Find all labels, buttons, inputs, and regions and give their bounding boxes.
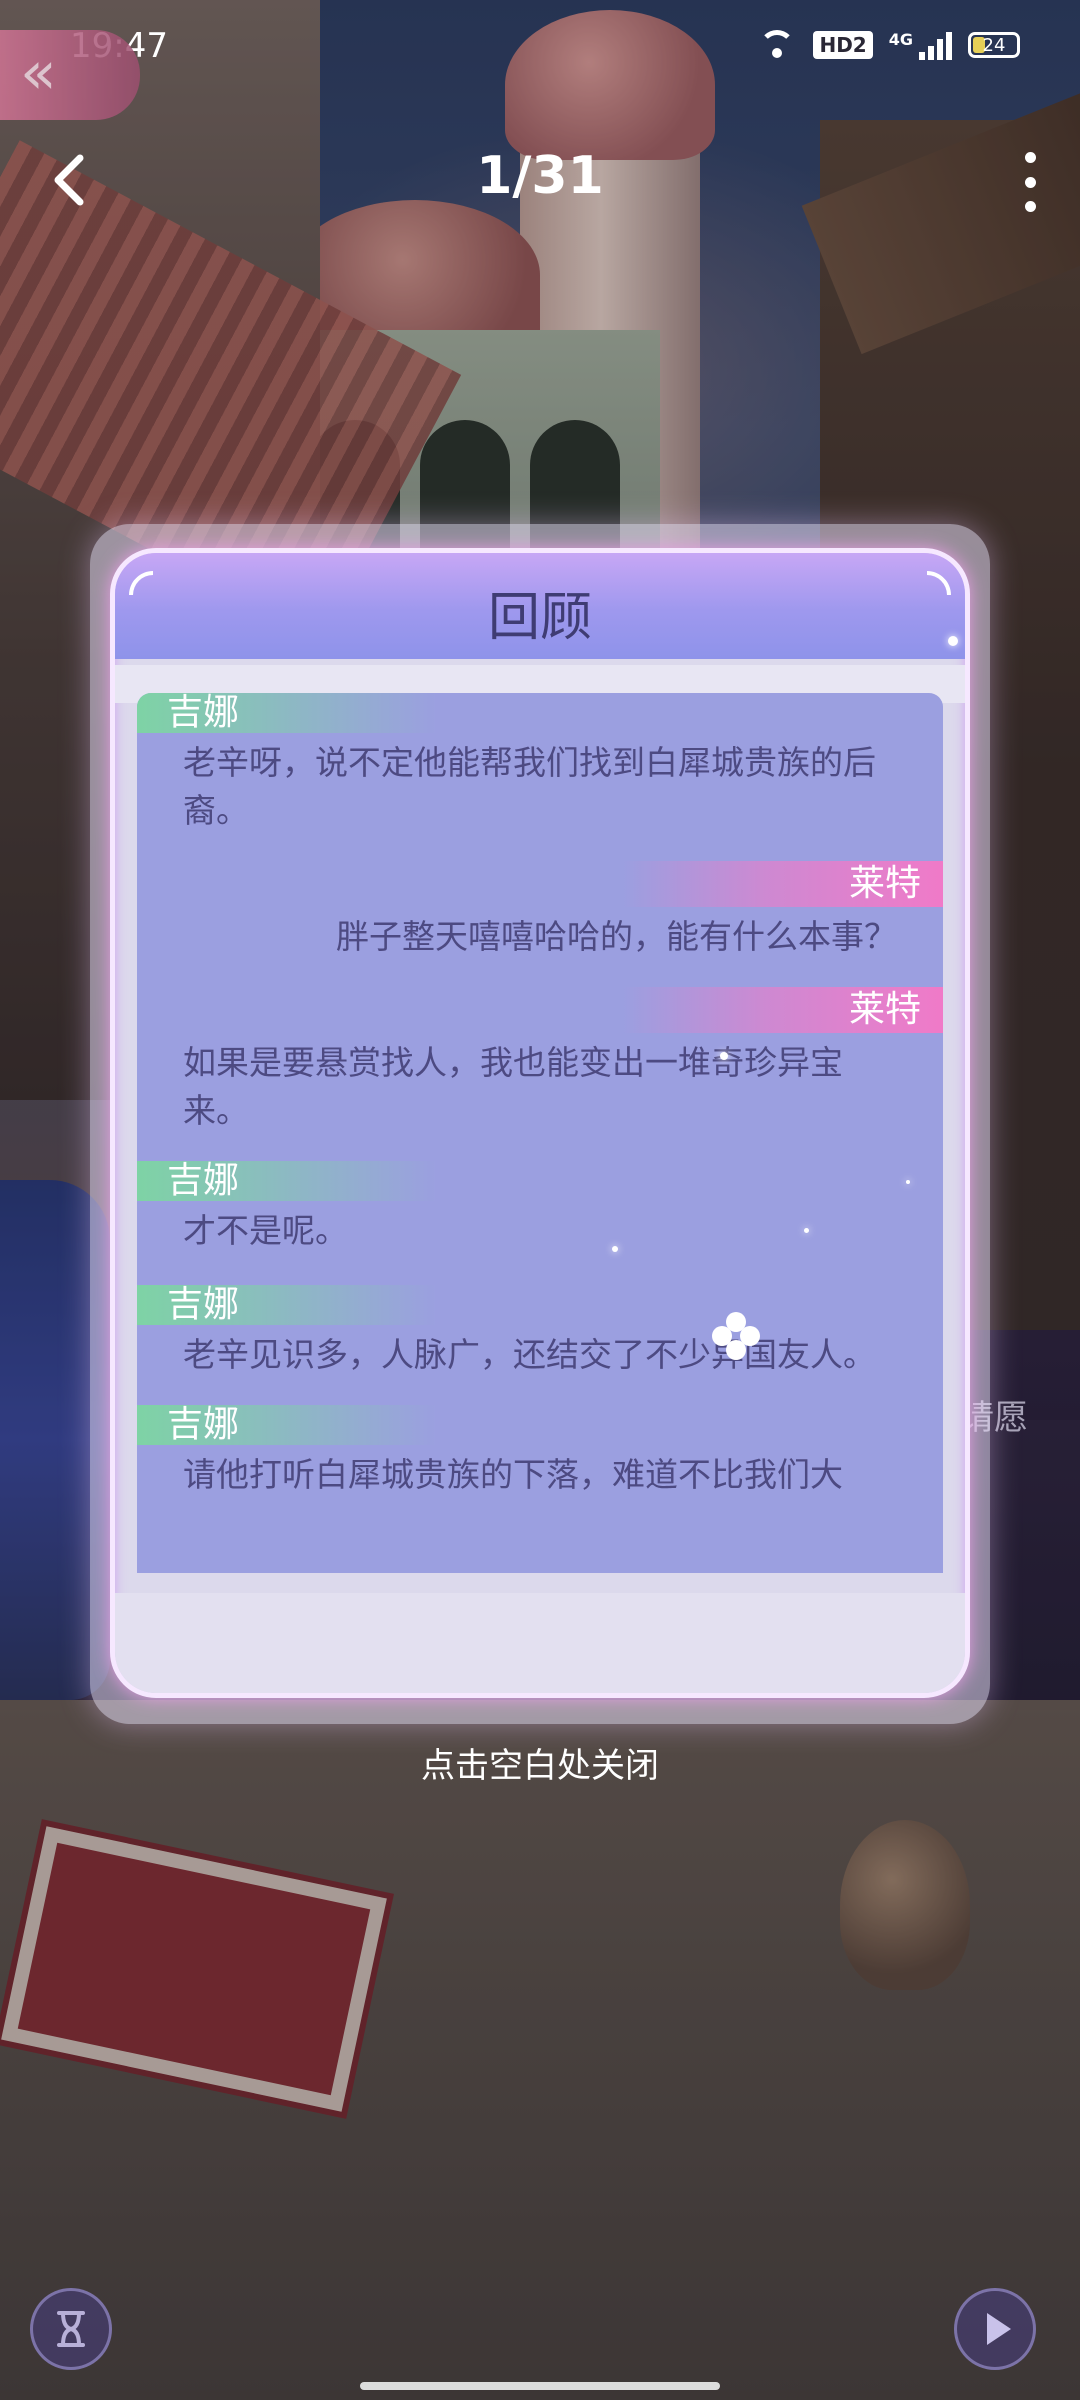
signal-icon [919, 30, 952, 60]
sparkle-icon [720, 1052, 728, 1060]
dialogue-text: 胖子整天嘻嘻哈哈的，能有什么本事？ [336, 917, 897, 956]
list-item: 吉娜 老辛见识多，人脉广，还结交了不少异国友人。 [137, 1285, 943, 1379]
dialogue-text: 老辛见识多，人脉广，还结交了不少异国友人。 [183, 1335, 876, 1374]
flower-sparkle-icon [712, 1312, 760, 1360]
dialogue-text: 请他打听白犀城贵族的下落，难道不比我们大 [183, 1455, 843, 1494]
battery-icon: 24 [968, 32, 1020, 58]
sparkle-icon [948, 636, 958, 646]
speaker-name: 莱特 [623, 861, 943, 907]
list-item: 吉娜 老辛呀，说不定他能帮我们找到白犀城贵族的后裔。 [137, 693, 943, 835]
home-indicator[interactable] [360, 2382, 720, 2390]
dialogue-text: 才不是呢。 [183, 1211, 348, 1250]
play-icon [987, 2313, 1011, 2345]
dialogue-text: 如果是要悬赏找人，我也能变出一堆奇珍异宝来。 [183, 1043, 843, 1130]
dialogue-history-list[interactable]: 吉娜 老辛呀，说不定他能帮我们找到白犀城贵族的后裔。 莱特 胖子整天嘻嘻哈哈的，… [137, 693, 943, 1573]
review-dialog: 回顾 吉娜 老辛呀，说不定他能帮我们找到白犀城贵族的后裔。 莱特 胖子整天嘻嘻哈… [110, 548, 970, 1698]
more-vertical-icon[interactable] [1018, 152, 1042, 212]
network-type-label: 4G [888, 30, 913, 49]
battery-level: 24 [982, 34, 1006, 56]
sparkle-icon [612, 1246, 618, 1252]
page-counter: 1/31 [476, 146, 604, 206]
hd-badge: HD2 [813, 31, 873, 59]
hourglass-icon [57, 2311, 85, 2347]
speaker-name: 莱特 [623, 987, 943, 1033]
dialog-footer [115, 1593, 965, 1693]
list-item: 吉娜 请他打听白犀城贵族的下落，难道不比我们大 [137, 1405, 943, 1499]
speaker-name: 吉娜 [137, 1405, 437, 1445]
list-item: 莱特 如果是要悬赏找人，我也能变出一堆奇珍异宝来。 [137, 987, 943, 1135]
status-icons: HD2 4G 24 [757, 30, 1020, 60]
dialog-title: 回顾 [487, 588, 592, 648]
sparkle-icon [906, 1180, 910, 1184]
rewind-icon: « [20, 38, 57, 108]
speaker-name: 吉娜 [137, 1285, 437, 1325]
top-nav: 1/31 [0, 130, 1080, 230]
list-item: 莱特 胖子整天嘻嘻哈哈的，能有什么本事？ [137, 861, 943, 961]
status-bar: 19:47 HD2 4G 24 [0, 0, 1080, 96]
speaker-name: 吉娜 [137, 1161, 437, 1201]
close-hint[interactable]: 点击空白处关闭 [0, 1738, 1080, 1787]
rewind-button[interactable]: « [0, 30, 140, 120]
dialogue-text: 老辛呀，说不定他能帮我们找到白犀城贵族的后裔。 [183, 743, 876, 830]
dialog-header: 回顾 [115, 553, 965, 659]
hourglass-button[interactable] [30, 2288, 112, 2370]
play-button[interactable] [954, 2288, 1036, 2370]
sparkle-icon [804, 1228, 809, 1233]
list-item: 吉娜 才不是呢。 [137, 1161, 943, 1255]
wifi-icon [757, 30, 797, 60]
speaker-name: 吉娜 [137, 693, 437, 733]
